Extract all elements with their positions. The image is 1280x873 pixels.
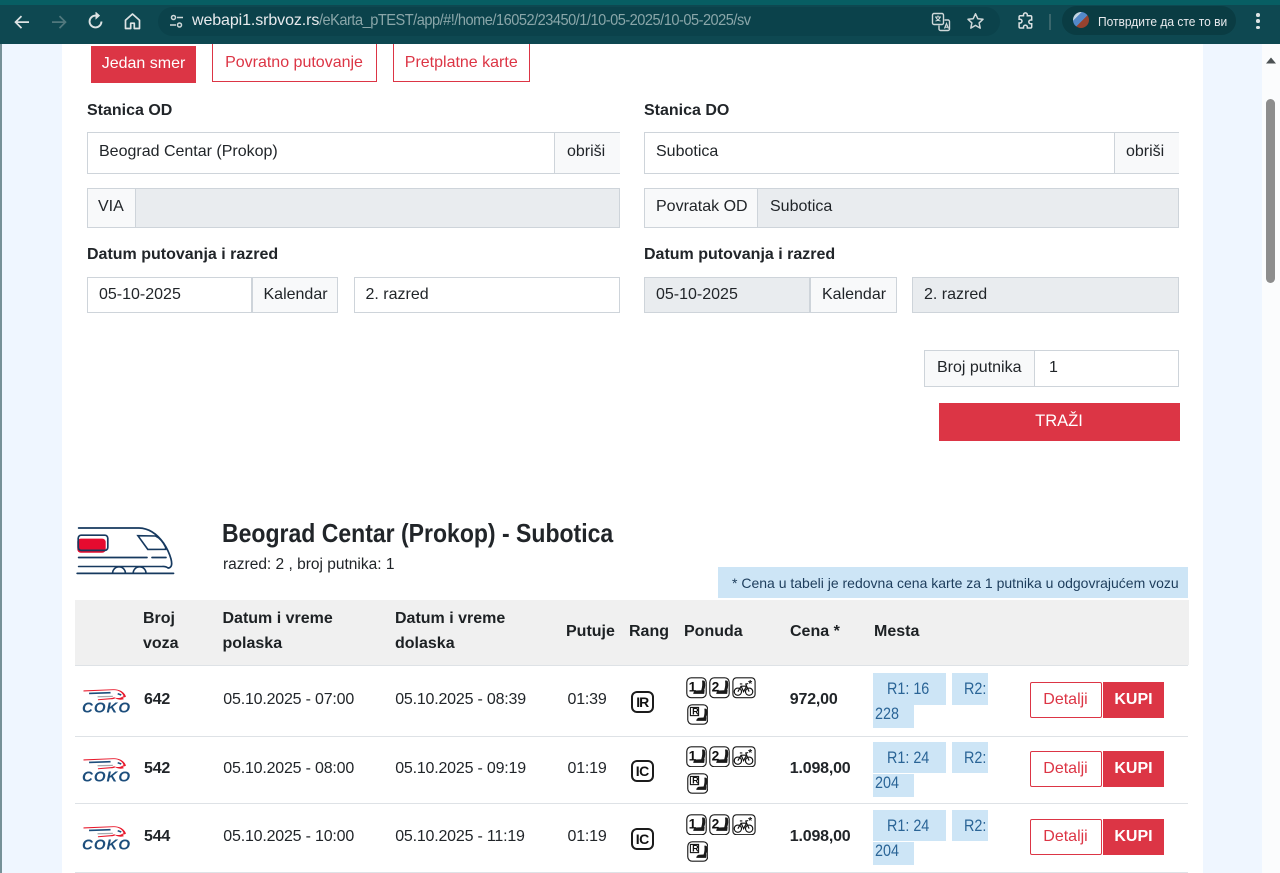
- svg-text:R: R: [692, 844, 699, 854]
- svg-text:COKO: COKO: [82, 700, 131, 716]
- svg-text:R: R: [692, 776, 699, 786]
- svg-text:R: R: [692, 707, 699, 717]
- svg-text:COKO: COKO: [82, 837, 131, 853]
- svg-text:COKO: COKO: [82, 769, 131, 785]
